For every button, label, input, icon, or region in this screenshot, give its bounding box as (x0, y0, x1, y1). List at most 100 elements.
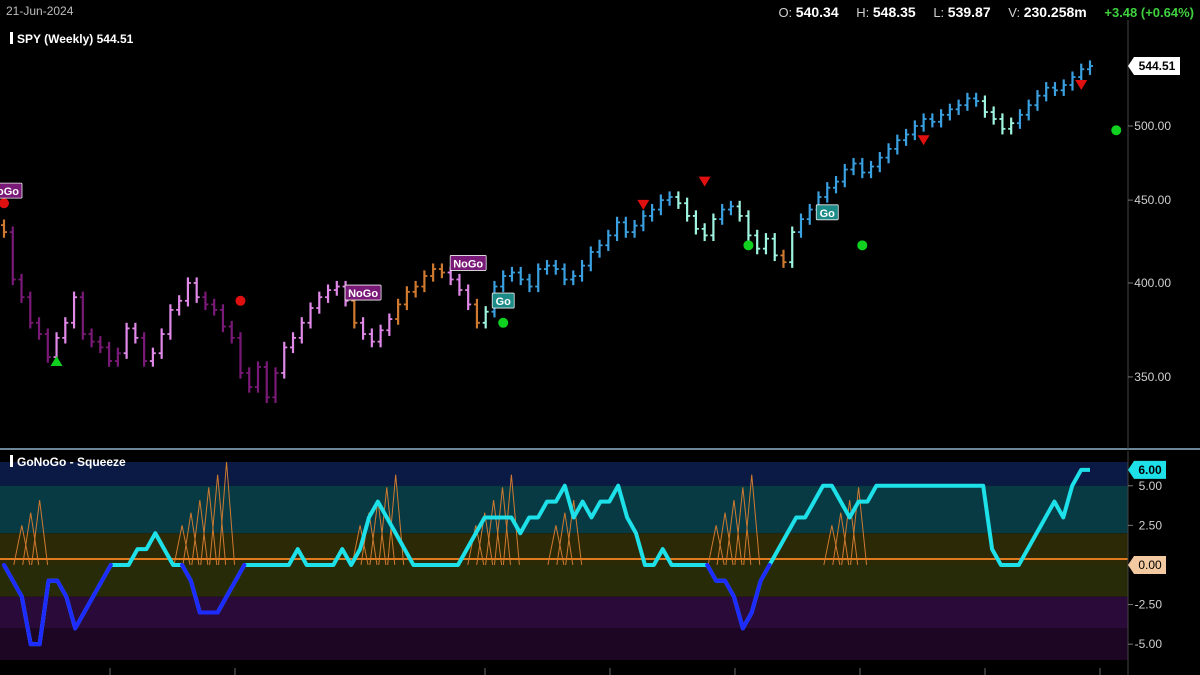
price-bar (71, 291, 78, 329)
oscillator-value-badge: 6.00 (1128, 460, 1166, 479)
oscillator-band (0, 485, 1128, 534)
price-bar (1016, 109, 1023, 129)
trend-label-text: NoGo (453, 258, 483, 270)
oscillator-band (0, 462, 1128, 486)
trend-label-text: Go (496, 296, 512, 308)
price-bar (403, 286, 410, 311)
price-bar (167, 304, 174, 340)
signal-dot (743, 240, 754, 251)
price-bar (219, 304, 226, 333)
price-bar (946, 103, 953, 121)
price-bar (762, 233, 769, 255)
price-bar (1051, 82, 1058, 96)
signal-triangle-down (637, 199, 650, 210)
price-bar (246, 367, 253, 393)
signal-triangle-down (917, 135, 930, 146)
price-bar (894, 134, 901, 155)
price-bar (184, 277, 191, 307)
price-bar (903, 128, 910, 146)
price-bar (736, 200, 743, 222)
price-bar (526, 273, 533, 293)
price-bar (780, 249, 787, 268)
price-bar (517, 266, 524, 286)
price-bar (701, 223, 708, 242)
trend-label: NoGo (0, 182, 23, 199)
chart-canvas: NoGo NoGo NoGo Go Go 350.00 400.00 450.00 500.0… (0, 20, 1200, 675)
price-bar (254, 361, 261, 393)
price-bar (990, 106, 997, 125)
low-value: 539.87 (947, 4, 991, 20)
signal-markers (0, 79, 1122, 367)
price-bar (911, 120, 918, 141)
price-bar (1069, 71, 1076, 91)
price-bar (412, 280, 419, 298)
trend-label: Go (815, 204, 839, 221)
price-bar (176, 295, 183, 316)
price-bar (973, 92, 980, 107)
price-bar (1, 219, 7, 238)
price-bar (202, 291, 209, 311)
price-axis-tick-label: 500.00 (1134, 119, 1171, 133)
title-marker-icon (10, 455, 13, 467)
price-bar (754, 229, 761, 255)
price-bar (622, 216, 629, 238)
price-bars (1, 60, 1093, 403)
signal-dot (1111, 125, 1122, 136)
signal-dot (498, 317, 509, 328)
price-bar (675, 191, 682, 209)
price-bar (938, 109, 945, 128)
price-bar (955, 99, 962, 115)
price-bar (395, 298, 402, 325)
signal-dot (857, 240, 868, 251)
price-bar (710, 213, 717, 242)
price-bar (79, 291, 86, 340)
price-bar (1078, 63, 1085, 83)
price-chart-title-text: SPY (Weekly) 544.51 (17, 32, 134, 46)
price-bar (438, 263, 445, 279)
price-bar (456, 273, 463, 296)
volume-label: V: (1008, 5, 1021, 20)
price-bar (62, 317, 69, 344)
trend-label: Go (491, 292, 515, 309)
price-bar (561, 263, 568, 286)
oscillator-value-text: 6.00 (1138, 463, 1162, 477)
price-bar (290, 332, 297, 354)
price-bar (771, 233, 778, 262)
price-bar (1008, 117, 1015, 135)
trend-label-text: NoGo (0, 186, 19, 198)
price-bar (824, 182, 831, 203)
price-bar (876, 152, 883, 173)
price-bar (123, 322, 130, 359)
price-bar (360, 317, 367, 340)
price-bar (473, 298, 480, 329)
price-bar (88, 328, 95, 348)
price-bar (9, 226, 16, 286)
oscillator-axis-tick-label: 2.50 (1139, 518, 1163, 532)
price-bar (657, 194, 664, 216)
price-bar (631, 219, 638, 238)
price-axis-tick-label: 350.00 (1134, 370, 1171, 384)
price-bar (1043, 82, 1050, 102)
price-bar (859, 157, 866, 179)
price-bar (806, 203, 813, 225)
high-value: 548.35 (872, 4, 916, 20)
price-bar (579, 260, 586, 282)
signal-dot (235, 295, 246, 306)
signal-triangle-down (698, 176, 711, 187)
price-bar (44, 328, 51, 363)
title-marker-icon (10, 32, 13, 44)
price-bar (228, 320, 235, 344)
price-bar (368, 328, 375, 348)
ohlc-readout: O: 540.34 H: 548.35 L: 539.87 V: 230.258… (764, 4, 1194, 20)
price-bar (508, 266, 515, 282)
trend-label-text: Go (820, 208, 836, 220)
price-bar (614, 216, 621, 242)
price-bar (999, 113, 1006, 135)
price-bar (692, 210, 699, 235)
zero-value-badge: 0.00 (1128, 555, 1166, 574)
price-bar (552, 260, 559, 275)
signal-triangle-up (50, 356, 63, 367)
price-bar (106, 341, 113, 367)
price-chart-title: SPY (Weekly) 544.51 (10, 32, 133, 46)
price-bar (97, 336, 104, 354)
